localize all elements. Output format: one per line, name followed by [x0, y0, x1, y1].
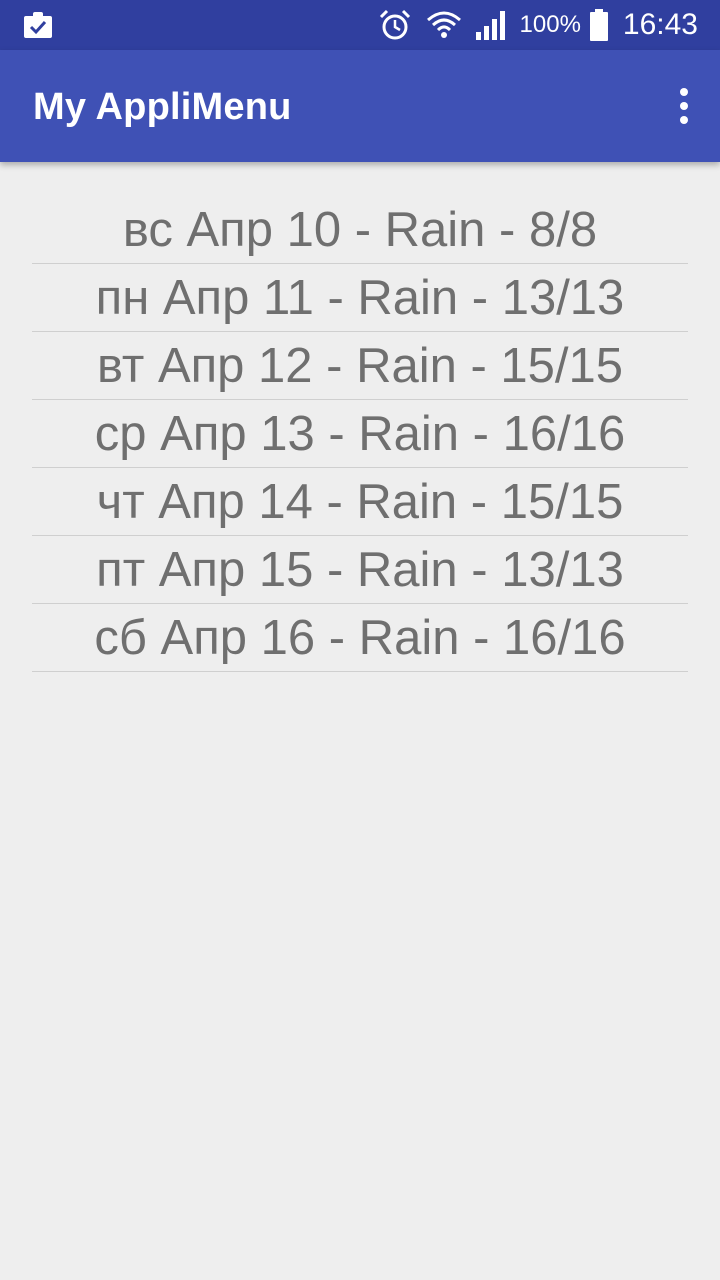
status-clock: 16:43	[622, 8, 698, 41]
forecast-item[interactable]: вт Апр 12 - Rain - 15/15	[32, 332, 688, 400]
forecast-item[interactable]: вс Апр 10 - Rain - 8/8	[32, 196, 688, 264]
more-vert-icon[interactable]	[676, 88, 692, 124]
cellular-signal-icon	[474, 8, 508, 42]
battery-percent: 100%	[519, 11, 581, 38]
status-bar: 100% 16:43	[0, 0, 720, 50]
forecast-item[interactable]: сб Апр 16 - Rain - 16/16	[32, 604, 688, 672]
status-icons: 100% 16:43	[378, 0, 698, 50]
alarm-clock-icon	[378, 8, 412, 42]
forecast-item[interactable]: ср Апр 13 - Rain - 16/16	[32, 400, 688, 468]
app-title: My AppliMenu	[33, 86, 292, 128]
app-bar: My AppliMenu	[0, 50, 720, 162]
forecast-item[interactable]: пт Апр 15 - Rain - 13/13	[32, 536, 688, 604]
forecast-list: вс Апр 10 - Rain - 8/8 пн Апр 11 - Rain …	[32, 196, 688, 672]
battery-icon	[589, 8, 609, 42]
forecast-item[interactable]: чт Апр 14 - Rain - 15/15	[32, 468, 688, 536]
forecast-item[interactable]: пн Апр 11 - Rain - 13/13	[32, 264, 688, 332]
wifi-icon	[426, 8, 462, 42]
clipboard-check-icon	[22, 10, 54, 40]
